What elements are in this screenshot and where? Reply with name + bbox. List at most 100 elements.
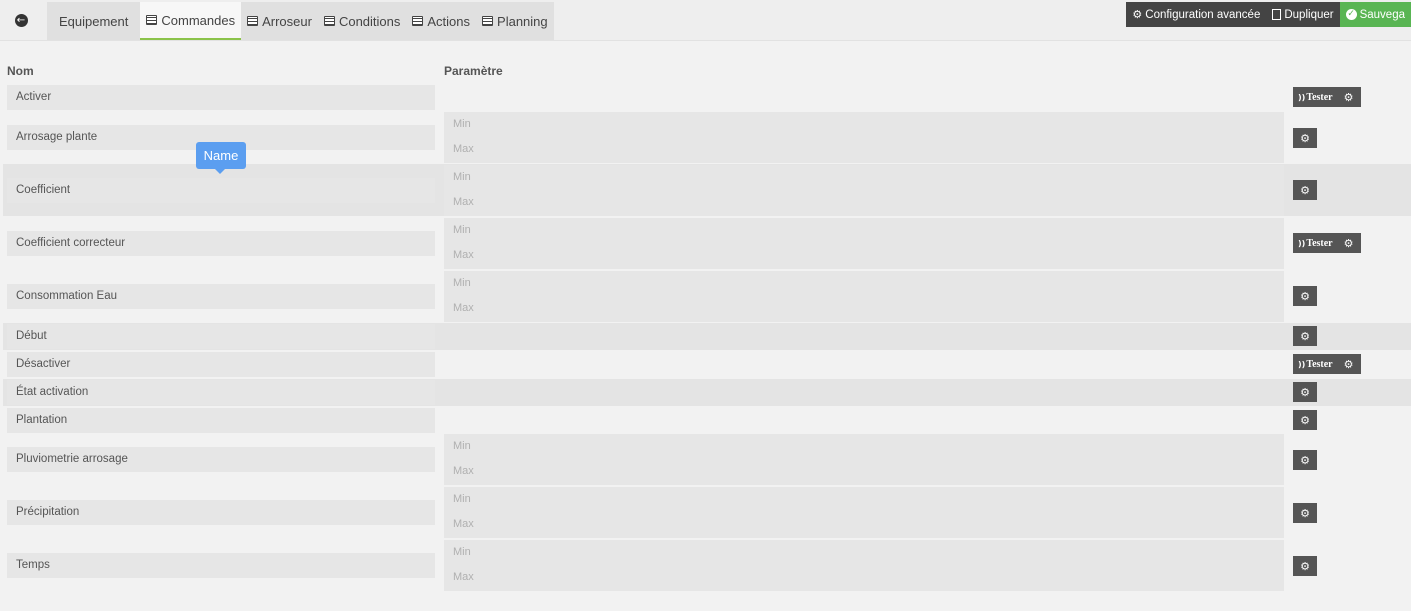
- command-name-input[interactable]: Plantation: [7, 408, 435, 433]
- gears-icon: ⚙: [1300, 289, 1310, 303]
- tab-bar: Equipement Commandes Arroseur Conditions…: [47, 2, 554, 40]
- gears-icon: ⚙: [1343, 236, 1354, 250]
- command-name-input[interactable]: Précipitation: [7, 500, 435, 525]
- config-button[interactable]: ⚙: [1293, 556, 1317, 576]
- duplicate-label: Dupliquer: [1284, 8, 1334, 21]
- command-name-input[interactable]: Coefficient correcteur: [7, 231, 435, 256]
- param-fields: Min Max: [444, 434, 1284, 485]
- command-name-input[interactable]: Consommation Eau: [7, 284, 435, 309]
- min-input[interactable]: Min: [444, 165, 1284, 190]
- tab-conditions[interactable]: Conditions: [318, 2, 406, 40]
- test-button[interactable]: )) Tester: [1293, 233, 1337, 253]
- min-input[interactable]: Min: [444, 271, 1284, 296]
- tab-actions[interactable]: Actions: [406, 2, 476, 40]
- advanced-config-button[interactable]: ⚙ Configuration avancée: [1126, 2, 1267, 27]
- command-name-input[interactable]: Temps: [7, 553, 435, 578]
- max-input[interactable]: Max: [444, 565, 1284, 590]
- rss-icon: )): [1298, 359, 1306, 369]
- tab-commandes[interactable]: Commandes: [140, 2, 242, 40]
- row-actions: )) Tester ⚙: [1293, 87, 1361, 107]
- test-button[interactable]: )) Tester: [1293, 354, 1337, 374]
- column-header-name: Nom: [7, 64, 34, 78]
- command-name-input[interactable]: État activation: [7, 380, 435, 405]
- tooltip: Name: [196, 142, 246, 174]
- gears-icon: ⚙: [1132, 8, 1143, 21]
- row-actions: )) Tester ⚙: [1293, 354, 1361, 374]
- command-name-input[interactable]: Activer: [7, 85, 435, 110]
- save-button[interactable]: ✓ Sauvega: [1339, 2, 1411, 27]
- table-row: Précipitation Min Max ⚙: [3, 487, 1411, 539]
- rss-icon: )): [1298, 238, 1306, 248]
- tab-arroseur[interactable]: Arroseur: [241, 2, 318, 40]
- back-button[interactable]: ←: [3, 3, 39, 37]
- config-button[interactable]: ⚙: [1293, 503, 1317, 523]
- max-input[interactable]: Max: [444, 243, 1284, 268]
- table-row: Désactiver )) Tester ⚙: [3, 351, 1411, 378]
- max-input[interactable]: Max: [444, 459, 1284, 484]
- row-actions: ⚙: [1293, 286, 1317, 306]
- row-actions: ⚙: [1293, 556, 1317, 576]
- max-input[interactable]: Max: [444, 190, 1284, 215]
- table-row: Plantation ⚙: [3, 407, 1411, 434]
- tab-label: Equipement: [59, 13, 129, 29]
- list-icon: [323, 16, 335, 26]
- min-input[interactable]: Min: [444, 540, 1284, 565]
- param-fields: Min Max: [444, 218, 1284, 269]
- config-button[interactable]: ⚙: [1293, 410, 1317, 430]
- max-input[interactable]: Max: [444, 137, 1284, 162]
- table-row: Consommation Eau Min Max ⚙: [3, 270, 1411, 322]
- max-input[interactable]: Max: [444, 512, 1284, 537]
- param-fields: Min Max: [444, 540, 1284, 591]
- test-label: Tester: [1306, 237, 1333, 249]
- gears-icon: ⚙: [1300, 329, 1310, 343]
- tab-label: Arroseur: [262, 13, 312, 29]
- config-button[interactable]: ⚙: [1337, 354, 1361, 374]
- command-name-input[interactable]: Pluviometrie arrosage: [7, 447, 435, 472]
- row-actions: ⚙: [1293, 128, 1317, 148]
- duplicate-button[interactable]: Dupliquer: [1266, 2, 1340, 27]
- row-actions: ⚙: [1293, 503, 1317, 523]
- gears-icon: ⚙: [1343, 90, 1354, 104]
- max-input[interactable]: Max: [444, 296, 1284, 321]
- tab-planning[interactable]: Planning: [476, 2, 554, 40]
- list-icon: [247, 16, 259, 26]
- config-button[interactable]: ⚙: [1293, 382, 1317, 402]
- tab-label: Actions: [427, 13, 471, 29]
- config-button[interactable]: ⚙: [1293, 326, 1317, 346]
- top-bar: ← Equipement Commandes Arroseur Conditio…: [0, 0, 1411, 41]
- tab-equipement[interactable]: Equipement: [47, 2, 140, 40]
- tab-label: Commandes: [161, 12, 236, 28]
- min-input[interactable]: Min: [444, 112, 1284, 137]
- command-name-input[interactable]: Désactiver: [7, 352, 435, 377]
- param-fields: Min Max: [444, 112, 1284, 163]
- param-fields: Min Max: [444, 271, 1284, 322]
- min-input[interactable]: Min: [444, 434, 1284, 459]
- command-name-input[interactable]: Coefficient: [7, 178, 435, 203]
- gears-icon: ⚙: [1300, 385, 1310, 399]
- gears-icon: ⚙: [1300, 559, 1310, 573]
- table-row: Coefficient correcteur Min Max )) Tester …: [3, 217, 1411, 269]
- gears-icon: ⚙: [1300, 413, 1310, 427]
- copy-icon: [1272, 9, 1282, 20]
- row-actions: ⚙: [1293, 410, 1317, 430]
- row-actions: )) Tester ⚙: [1293, 233, 1361, 253]
- min-input[interactable]: Min: [444, 487, 1284, 512]
- table-row: Début ⚙: [3, 323, 1411, 350]
- table-row: Activer )) Tester ⚙: [3, 84, 1411, 111]
- row-actions: ⚙: [1293, 450, 1317, 470]
- config-button[interactable]: ⚙: [1293, 128, 1317, 148]
- config-button[interactable]: ⚙: [1293, 180, 1317, 200]
- config-button[interactable]: ⚙: [1337, 233, 1361, 253]
- row-actions: ⚙: [1293, 382, 1317, 402]
- config-button[interactable]: ⚙: [1337, 87, 1361, 107]
- tab-label: Conditions: [338, 13, 401, 29]
- min-input[interactable]: Min: [444, 218, 1284, 243]
- config-button[interactable]: ⚙: [1293, 286, 1317, 306]
- table-row: Temps Min Max ⚙: [3, 540, 1411, 592]
- test-button[interactable]: )) Tester: [1293, 87, 1337, 107]
- command-name-input[interactable]: Début: [7, 324, 435, 349]
- config-button[interactable]: ⚙: [1293, 450, 1317, 470]
- test-label: Tester: [1306, 91, 1333, 103]
- list-icon: [146, 15, 158, 25]
- row-actions: ⚙: [1293, 180, 1317, 200]
